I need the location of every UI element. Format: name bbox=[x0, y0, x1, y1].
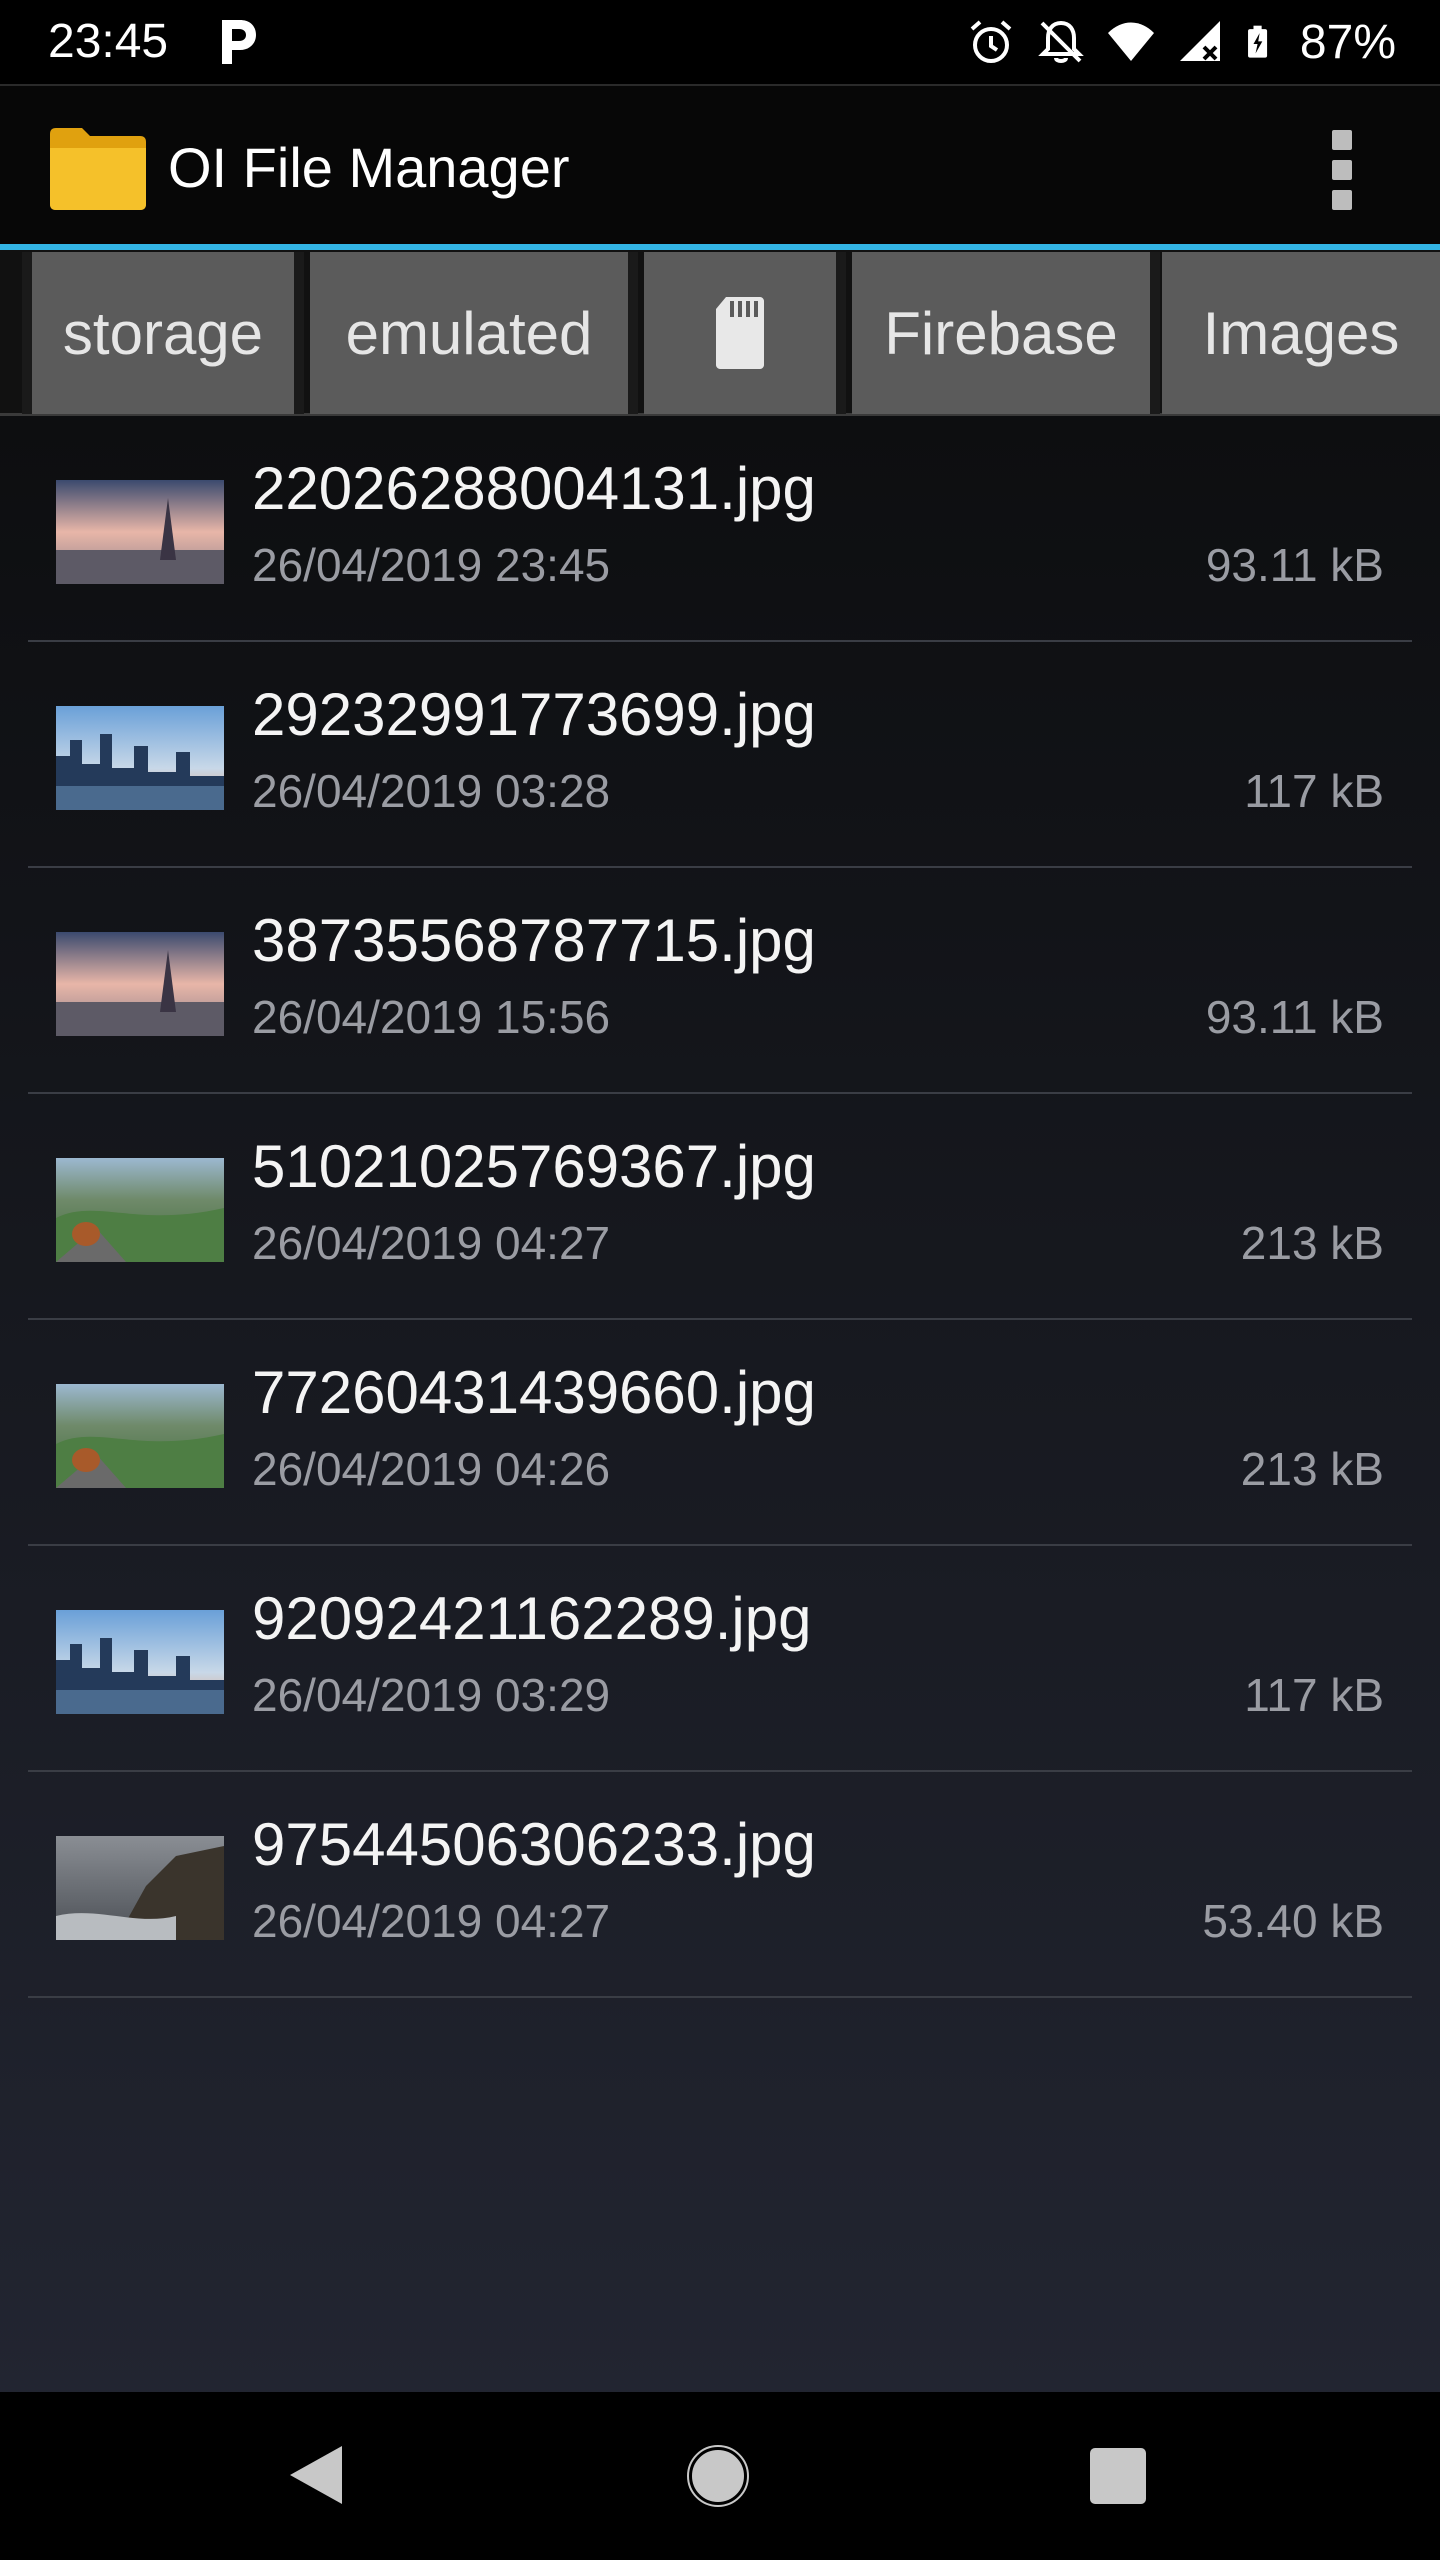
file-date: 26/04/2019 03:28 bbox=[252, 765, 611, 817]
image-thumbnail bbox=[56, 1836, 224, 1940]
file-name: 92092421162289.jpg bbox=[252, 1585, 812, 1652]
breadcrumb: storage emulated Firebase Images bbox=[0, 250, 1440, 416]
back-icon[interactable] bbox=[286, 2442, 346, 2508]
battery-icon bbox=[1247, 25, 1268, 58]
status-time: 23:45 bbox=[48, 15, 169, 68]
list-item[interactable]: 77260431439660.jpg 26/04/2019 04:26 213 … bbox=[28, 1320, 1412, 1546]
list-item[interactable]: 22026288004131.jpg 26/04/2019 23:45 93.1… bbox=[28, 416, 1412, 642]
home-icon[interactable] bbox=[686, 2444, 750, 2508]
file-size: 93.11 kB bbox=[1205, 539, 1384, 591]
crumb-emulated[interactable]: emulated bbox=[310, 252, 638, 414]
list-item[interactable]: 38735568787715.jpg 26/04/2019 15:56 93.1… bbox=[28, 868, 1412, 1094]
crumb-sd-card[interactable] bbox=[644, 252, 846, 414]
file-date: 26/04/2019 04:27 bbox=[252, 1217, 611, 1269]
app-title: OI File Manager bbox=[168, 136, 570, 199]
file-date: 26/04/2019 15:56 bbox=[252, 991, 611, 1043]
image-thumbnail bbox=[56, 932, 224, 1036]
file-size: 213 kB bbox=[1240, 1217, 1384, 1269]
parking-icon bbox=[222, 20, 256, 64]
list-item[interactable]: 29232991773699.jpg 26/04/2019 03:28 117 … bbox=[28, 642, 1412, 868]
file-size: 93.11 kB bbox=[1205, 991, 1384, 1043]
file-date: 26/04/2019 04:26 bbox=[252, 1443, 611, 1495]
image-thumbnail bbox=[56, 480, 224, 584]
signal-icon bbox=[1179, 21, 1220, 61]
crumb-images[interactable]: Images bbox=[1162, 252, 1440, 414]
image-thumbnail bbox=[56, 1158, 224, 1262]
file-name: 22026288004131.jpg bbox=[252, 455, 816, 522]
file-name: 29232991773699.jpg bbox=[252, 681, 816, 748]
list-item[interactable]: 97544506306233.jpg 26/04/2019 04:27 53.4… bbox=[28, 1772, 1412, 1998]
recents-icon[interactable] bbox=[1090, 2448, 1146, 2504]
crumb-storage[interactable]: storage bbox=[22, 252, 304, 414]
file-list: 22026288004131.jpg 26/04/2019 23:45 93.1… bbox=[0, 416, 1440, 2392]
file-size: 53.40 kB bbox=[1202, 1895, 1384, 1947]
file-date: 26/04/2019 03:29 bbox=[252, 1669, 611, 1721]
file-name: 38735568787715.jpg bbox=[252, 907, 816, 974]
file-date: 26/04/2019 04:27 bbox=[252, 1895, 611, 1947]
list-item[interactable]: 92092421162289.jpg 26/04/2019 03:29 117 … bbox=[28, 1546, 1412, 1772]
image-thumbnail bbox=[56, 1610, 224, 1714]
battery-percent: 87% bbox=[1299, 15, 1396, 69]
overflow-menu-icon[interactable] bbox=[1322, 130, 1362, 210]
file-name: 51021025769367.jpg bbox=[252, 1133, 816, 1200]
file-size: 117 kB bbox=[1244, 1669, 1384, 1721]
file-size: 213 kB bbox=[1240, 1443, 1384, 1495]
status-bar: 23:45 87% bbox=[0, 0, 1440, 84]
file-size: 117 kB bbox=[1244, 765, 1384, 817]
wifi-icon bbox=[1107, 22, 1154, 61]
list-item[interactable]: 51021025769367.jpg 26/04/2019 04:27 213 … bbox=[28, 1094, 1412, 1320]
file-date: 26/04/2019 23:45 bbox=[252, 539, 611, 591]
sd-card-icon bbox=[716, 297, 764, 369]
image-thumbnail bbox=[56, 1384, 224, 1488]
notifications-off-icon bbox=[1038, 20, 1084, 63]
folder-icon bbox=[50, 128, 146, 210]
alarm-icon bbox=[970, 20, 1012, 63]
crumb-firebase[interactable]: Firebase bbox=[852, 252, 1160, 414]
file-name: 97544506306233.jpg bbox=[252, 1811, 816, 1878]
image-thumbnail bbox=[56, 706, 224, 810]
navigation-bar bbox=[0, 2392, 1440, 2560]
file-name: 77260431439660.jpg bbox=[252, 1359, 816, 1426]
app-bar: OI File Manager bbox=[0, 84, 1440, 244]
